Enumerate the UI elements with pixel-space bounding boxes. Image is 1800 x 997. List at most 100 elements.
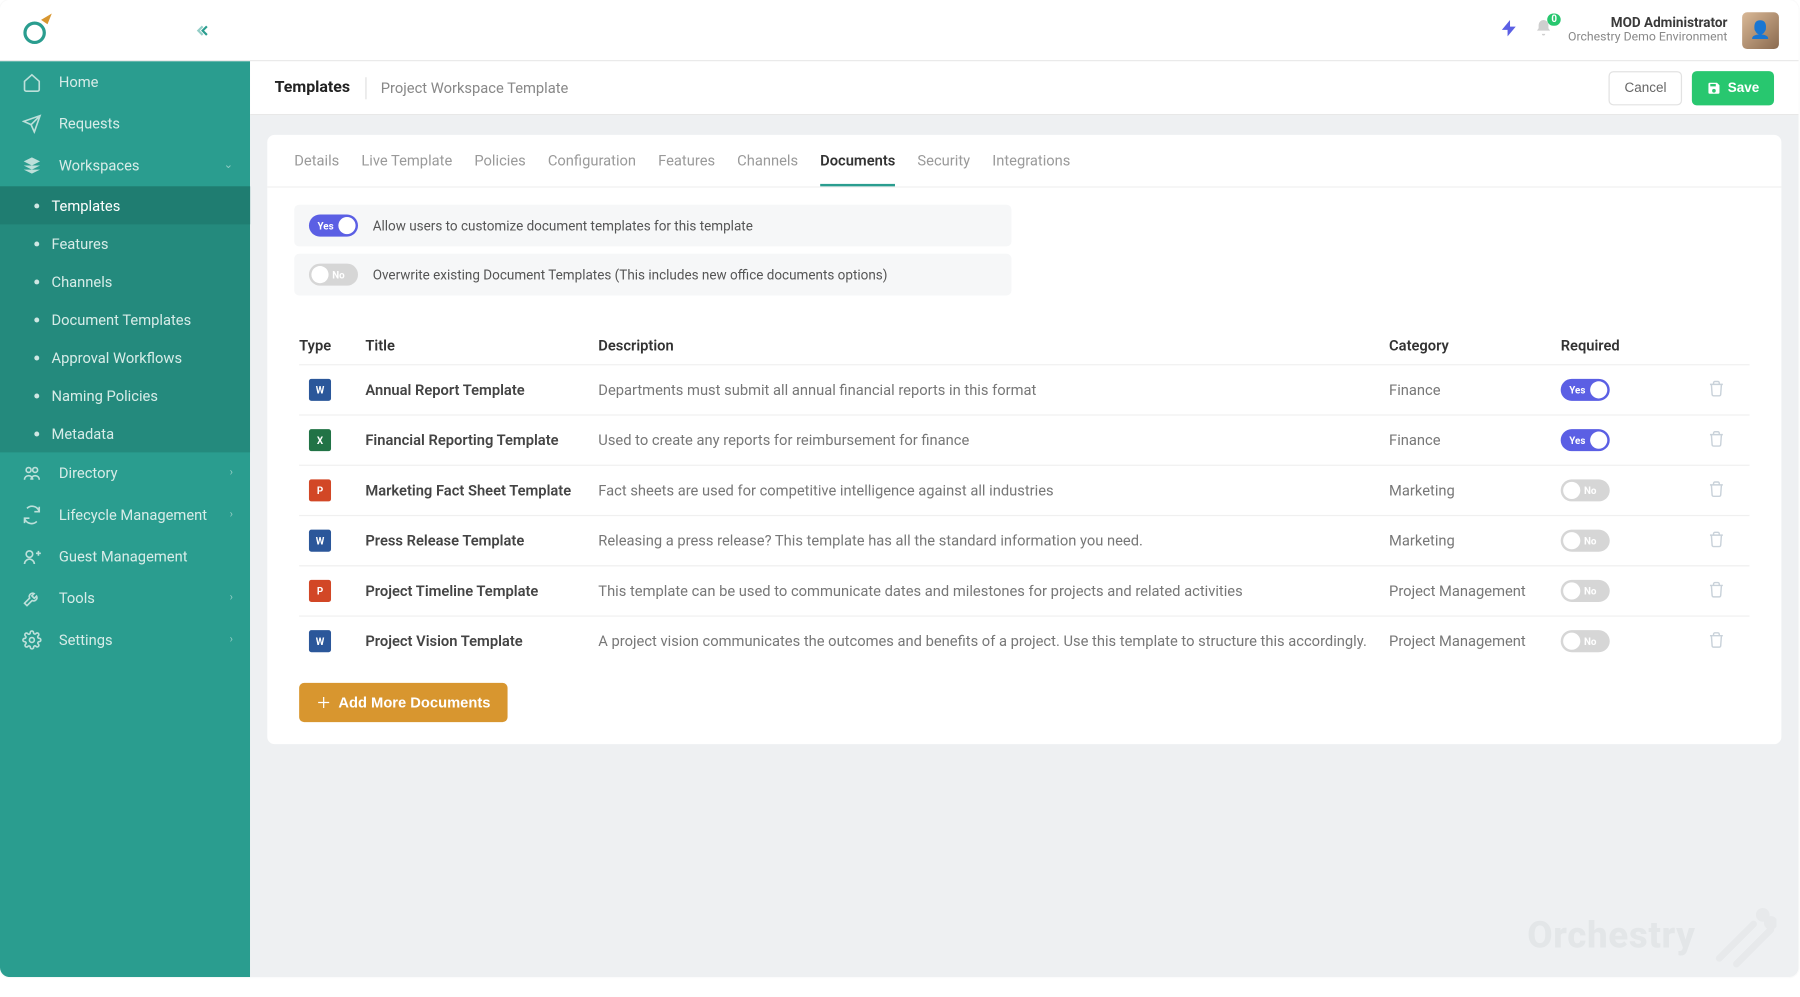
notifications-button[interactable]: 0 bbox=[1534, 18, 1554, 43]
doc-description: A project vision communicates the outcom… bbox=[598, 633, 1389, 650]
setting-overwrite: No Overwrite existing Document Templates… bbox=[294, 254, 1011, 296]
doc-description: Releasing a press release? This template… bbox=[598, 532, 1389, 549]
table-row: WPress Release TemplateReleasing a press… bbox=[299, 515, 1749, 565]
toggle-label: Yes bbox=[1561, 384, 1586, 395]
tab-policies[interactable]: Policies bbox=[474, 152, 525, 186]
sidebar-item-label: Channels bbox=[51, 273, 112, 290]
required-toggle[interactable]: Yes bbox=[1561, 379, 1610, 401]
sidebar-item-label: Features bbox=[51, 235, 108, 252]
add-documents-label: Add More Documents bbox=[338, 694, 490, 711]
toggle-knob bbox=[1563, 582, 1580, 599]
table-row: WProject Vision TemplateA project vision… bbox=[299, 615, 1749, 665]
bolt-icon[interactable] bbox=[1499, 18, 1519, 43]
avatar[interactable]: 👤 bbox=[1742, 12, 1779, 49]
sidebar-item-channels[interactable]: Channels bbox=[0, 262, 250, 300]
doc-description: Fact sheets are used for competitive int… bbox=[598, 482, 1389, 499]
sidebar-item-document-templates[interactable]: Document Templates bbox=[0, 300, 250, 338]
sidebar-item-guest[interactable]: Guest Management bbox=[0, 536, 250, 578]
chevron-right-icon: › bbox=[230, 467, 233, 479]
delete-icon[interactable] bbox=[1708, 530, 1725, 547]
required-toggle[interactable]: No bbox=[1561, 580, 1610, 602]
breadcrumb-separator bbox=[365, 77, 366, 99]
doc-description: Used to create any reports for reimburse… bbox=[598, 432, 1389, 449]
save-button-label: Save bbox=[1728, 80, 1760, 95]
file-type-icon: X bbox=[309, 429, 331, 451]
documents-table: Type Title Description Category Required… bbox=[287, 310, 1762, 744]
delete-icon[interactable] bbox=[1708, 379, 1725, 396]
sidebar-item-label: Requests bbox=[59, 115, 120, 132]
plus-icon bbox=[316, 695, 331, 710]
sidebar-item-features[interactable]: Features bbox=[0, 224, 250, 262]
sidebar-item-tools[interactable]: Tools › bbox=[0, 577, 250, 619]
environment-name: Orchestry Demo Environment bbox=[1568, 31, 1727, 46]
sidebar-item-metadata[interactable]: Metadata bbox=[0, 414, 250, 452]
app-logo[interactable] bbox=[0, 0, 74, 61]
sidebar-item-workspaces[interactable]: Workspaces ⌄ bbox=[0, 145, 250, 187]
toggle-allow-customize[interactable]: Yes bbox=[309, 215, 358, 237]
watermark: Orchestry bbox=[1527, 901, 1776, 970]
toggle-knob bbox=[1563, 532, 1580, 549]
sidebar-item-approval-workflows[interactable]: Approval Workflows bbox=[0, 338, 250, 376]
doc-title: Financial Reporting Template bbox=[365, 432, 598, 449]
sidebar: Home Requests Workspaces ⌄ Templates Fea… bbox=[0, 61, 250, 977]
sidebar-item-settings[interactable]: Settings › bbox=[0, 619, 250, 661]
file-type-icon: W bbox=[309, 379, 331, 401]
sidebar-item-requests[interactable]: Requests bbox=[0, 103, 250, 145]
doc-title: Marketing Fact Sheet Template bbox=[365, 482, 598, 499]
doc-title: Project Timeline Template bbox=[365, 582, 598, 599]
required-toggle[interactable]: No bbox=[1561, 630, 1610, 652]
delete-icon[interactable] bbox=[1708, 631, 1725, 648]
sidebar-item-label: Templates bbox=[51, 197, 120, 214]
add-documents-button[interactable]: Add More Documents bbox=[299, 683, 507, 722]
setting-label: Allow users to customize document templa… bbox=[373, 218, 753, 234]
tabs: Details Live Template Policies Configuratio… bbox=[267, 135, 1781, 188]
doc-category: Marketing bbox=[1389, 482, 1561, 499]
sidebar-collapse-button[interactable] bbox=[74, 21, 246, 38]
tab-features[interactable]: Features bbox=[658, 152, 715, 186]
cancel-button[interactable]: Cancel bbox=[1609, 70, 1683, 104]
chevron-right-icon: › bbox=[230, 592, 233, 604]
tab-details[interactable]: Details bbox=[294, 152, 339, 186]
sidebar-item-directory[interactable]: Directory › bbox=[0, 452, 250, 494]
col-type: Type bbox=[299, 337, 365, 354]
tab-configuration[interactable]: Configuration bbox=[548, 152, 636, 186]
sidebar-item-label: Naming Policies bbox=[51, 387, 157, 404]
col-description: Description bbox=[598, 337, 1389, 354]
breadcrumb-root[interactable]: Templates bbox=[275, 78, 350, 96]
tab-channels[interactable]: Channels bbox=[737, 152, 798, 186]
delete-icon[interactable] bbox=[1708, 480, 1725, 497]
chevron-right-icon: › bbox=[230, 509, 233, 521]
sidebar-item-label: Document Templates bbox=[51, 311, 191, 328]
user-name: MOD Administrator bbox=[1568, 15, 1727, 31]
col-title: Title bbox=[365, 337, 598, 354]
required-toggle[interactable]: No bbox=[1561, 479, 1610, 501]
sidebar-item-naming-policies[interactable]: Naming Policies bbox=[0, 376, 250, 414]
delete-icon[interactable] bbox=[1708, 430, 1725, 447]
delete-icon[interactable] bbox=[1708, 581, 1725, 598]
required-toggle[interactable]: No bbox=[1561, 530, 1610, 552]
table-row: PMarketing Fact Sheet TemplateFact sheet… bbox=[299, 465, 1749, 515]
table-row: X Financial Reporting TemplateUsed to cre… bbox=[299, 414, 1749, 464]
sidebar-item-label: Metadata bbox=[51, 425, 114, 442]
toggle-knob bbox=[1563, 482, 1580, 499]
doc-title: Annual Report Template bbox=[365, 381, 598, 398]
toggle-overwrite[interactable]: No bbox=[309, 264, 358, 286]
table-header: Type Title Description Category Required bbox=[299, 327, 1749, 364]
user-menu[interactable]: MOD Administrator Orchestry Demo Environ… bbox=[1568, 15, 1727, 46]
required-toggle[interactable]: Yes bbox=[1561, 429, 1610, 451]
tab-live-template[interactable]: Live Template bbox=[361, 152, 452, 186]
top-bar: 0 MOD Administrator Orchestry Demo Envir… bbox=[0, 0, 1799, 61]
tab-integrations[interactable]: Integrations bbox=[992, 152, 1070, 186]
sidebar-item-home[interactable]: Home bbox=[0, 61, 250, 103]
doc-category: Finance bbox=[1389, 432, 1561, 449]
toggle-label: Yes bbox=[309, 220, 334, 231]
tab-security[interactable]: Security bbox=[917, 152, 970, 186]
save-button[interactable]: Save bbox=[1692, 70, 1774, 104]
sidebar-item-templates[interactable]: Templates bbox=[0, 186, 250, 224]
sidebar-item-lifecycle[interactable]: Lifecycle Management › bbox=[0, 494, 250, 536]
chevron-right-icon: › bbox=[230, 634, 233, 646]
table-row: PProject Timeline TemplateThis template … bbox=[299, 565, 1749, 615]
setting-label: Overwrite existing Document Templates (T… bbox=[373, 267, 888, 283]
save-icon bbox=[1707, 80, 1722, 95]
tab-documents[interactable]: Documents bbox=[820, 152, 895, 186]
